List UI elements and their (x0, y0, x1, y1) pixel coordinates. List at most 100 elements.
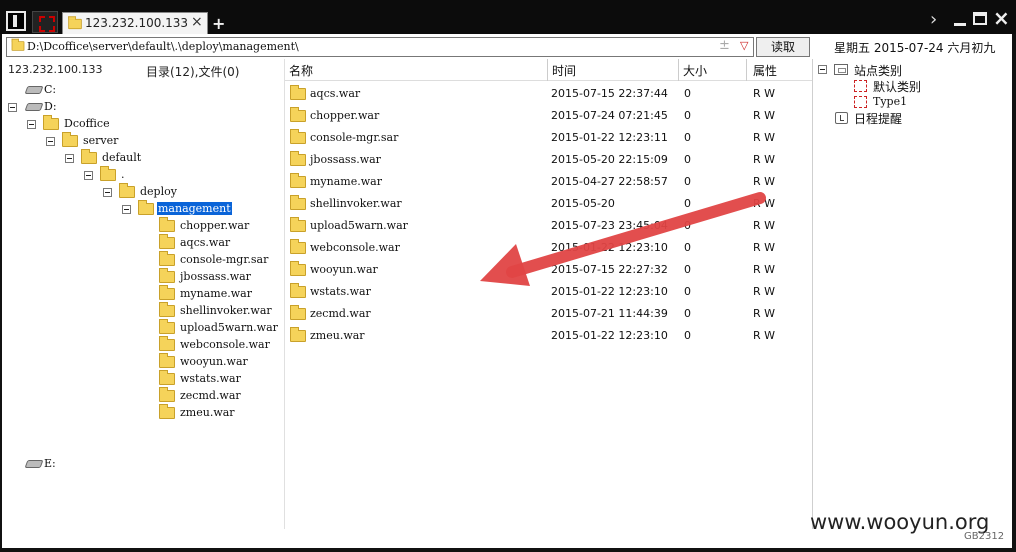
folder-icon (159, 336, 175, 351)
date-display: 星期五 2015-07-24 六月初九 (834, 41, 996, 55)
read-button[interactable]: 读取 (756, 37, 810, 57)
collapse-toggle[interactable] (27, 120, 36, 129)
tab-host[interactable]: 123.232.100.133 × (62, 12, 208, 34)
chevron-down-icon[interactable]: ▽ (740, 39, 748, 52)
file-name: webconsole.war (310, 241, 400, 254)
collapse-toggle[interactable] (818, 65, 827, 74)
category-icon (854, 96, 867, 108)
file-attr: R W (753, 153, 776, 166)
file-row[interactable]: jbossass.war 2015-05-20 22:15:09 0 R W (285, 149, 812, 171)
file-size: 0 (684, 153, 691, 166)
file-time: 2015-05-20 22:15:09 (551, 153, 668, 166)
file-time: 2015-07-24 07:21:45 (551, 109, 668, 122)
file-name: aqcs.war (310, 87, 361, 100)
file-attr: R W (753, 131, 776, 144)
file-name: wooyun.war (310, 263, 378, 276)
tab-close-icon[interactable]: × (191, 14, 203, 30)
watermark: www.wooyun.org (810, 510, 990, 534)
folder-icon (290, 173, 306, 188)
folder-icon (290, 107, 306, 122)
pane-splitter[interactable] (812, 59, 813, 529)
file-attr: R W (753, 87, 776, 100)
collapse-toggle[interactable] (122, 205, 131, 214)
folder-icon (159, 353, 175, 368)
folder-icon (81, 149, 97, 164)
folder-icon (43, 115, 59, 130)
file-size: 0 (684, 329, 691, 342)
collapse-toggle[interactable] (65, 154, 74, 163)
folder-icon (290, 195, 306, 210)
folder-icon (100, 166, 116, 181)
category-icon (854, 80, 867, 92)
folder-icon (159, 302, 175, 317)
file-time: 2015-07-21 11:44:39 (551, 307, 668, 320)
drive-icon (24, 460, 44, 468)
calendar-icon (835, 112, 848, 124)
folder-icon (290, 239, 306, 254)
collapse-toggle[interactable] (8, 103, 17, 112)
drive-icon (24, 103, 44, 111)
file-time: 2015-07-15 22:37:44 (551, 87, 668, 100)
folder-icon (159, 268, 175, 283)
column-header-time[interactable]: 时间 (548, 59, 678, 81)
file-attr: R W (753, 329, 776, 342)
annotation-arrow (480, 192, 766, 286)
folder-icon (11, 38, 25, 51)
column-header-name[interactable]: 名称 (285, 59, 547, 81)
file-size: 0 (684, 109, 691, 122)
arrow-head (480, 244, 530, 286)
file-name: wstats.war (310, 285, 371, 298)
folder-icon (290, 283, 306, 298)
file-time: 2015-01-22 12:23:11 (551, 131, 668, 144)
title-bar: 123.232.100.133 × + › × (0, 0, 1016, 34)
collapse-toggle[interactable] (84, 171, 93, 180)
file-row[interactable]: console-mgr.sar 2015-01-22 12:23:11 0 R W (285, 127, 812, 149)
file-row[interactable]: zecmd.war 2015-07-21 11:44:39 0 R W (285, 303, 812, 325)
file-size: 0 (684, 87, 691, 100)
folder-icon (290, 85, 306, 100)
file-size: 0 (684, 131, 691, 144)
folder-icon (159, 404, 175, 419)
host-label: 123.232.100.133 (8, 63, 103, 76)
file-name: jbossass.war (310, 153, 381, 166)
plus-minus-icon[interactable]: ± (719, 38, 730, 53)
maximize-icon[interactable] (973, 12, 987, 25)
file-name: zmeu.war (310, 329, 365, 342)
path-text: D:\Dcoffice\server\default\.\deploy\mana… (27, 40, 299, 53)
folder-icon (290, 129, 306, 144)
folder-icon (68, 16, 82, 30)
file-name: upload5warn.war (310, 219, 408, 232)
path-input[interactable]: D:\Dcoffice\server\default\.\deploy\mana… (6, 37, 754, 57)
minimize-icon[interactable] (954, 23, 966, 26)
file-row[interactable]: chopper.war 2015-07-24 07:21:45 0 R W (285, 105, 812, 127)
folder-icon (159, 217, 175, 232)
file-time: 2015-01-22 12:23:10 (551, 329, 668, 342)
folder-icon (119, 183, 135, 198)
column-header-attr[interactable]: 属性 (747, 59, 812, 81)
close-icon[interactable]: × (993, 6, 1010, 30)
collapse-toggle[interactable] (46, 137, 55, 146)
file-name: chopper.war (310, 109, 380, 122)
client-area: D:\Dcoffice\server\default\.\deploy\mana… (2, 34, 1012, 548)
file-name: myname.war (310, 175, 382, 188)
app-icon[interactable] (6, 11, 26, 31)
encoding-label: GB2312 (964, 531, 1005, 542)
collapse-toggle[interactable] (103, 188, 112, 197)
file-row[interactable]: aqcs.war 2015-07-15 22:37:44 0 R W (285, 83, 812, 105)
folder-icon (290, 217, 306, 232)
folder-icon (159, 387, 175, 402)
folder-icon (159, 251, 175, 266)
folder-icon (290, 327, 306, 342)
folder-icon (159, 370, 175, 385)
column-header-size[interactable]: 大小 (679, 59, 746, 81)
record-icon[interactable] (32, 11, 58, 33)
file-name: zecmd.war (310, 307, 371, 320)
new-tab-button[interactable]: + (212, 14, 225, 33)
file-row[interactable]: zmeu.war 2015-01-22 12:23:10 0 R W (285, 325, 812, 347)
tab-label: 123.232.100.133 (85, 16, 189, 30)
folder-icon (159, 285, 175, 300)
file-name: console-mgr.sar (310, 131, 399, 144)
folder-icon (138, 200, 154, 215)
chevron-right-icon[interactable]: › (930, 9, 937, 30)
folder-icon (290, 151, 306, 166)
